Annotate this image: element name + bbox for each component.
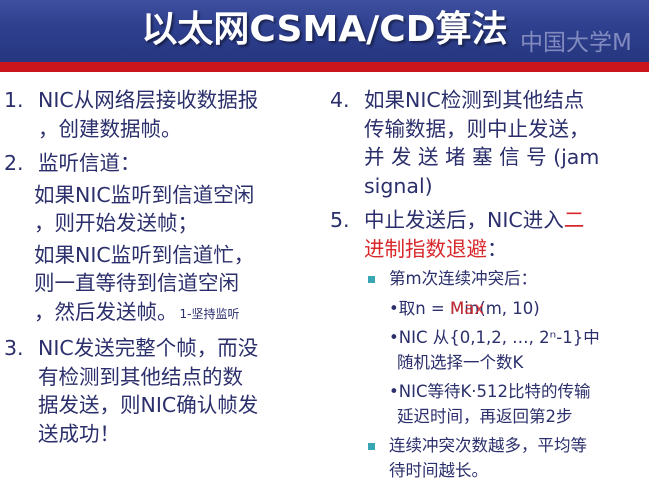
item-number: 5. <box>330 208 350 232</box>
bullet-more-collisions-cont: 待时间越长。 <box>389 460 488 480</box>
item-number: 4. <box>330 88 350 112</box>
sub-bullet-text: •取n = <box>389 298 451 318</box>
red-divider <box>0 62 649 72</box>
item-1: 1. NIC从网络层接收数据报 <box>0 86 320 115</box>
item-4-cont-1: 传输数据，则中止发送， <box>364 116 590 141</box>
item-text: 中止发送后，NIC进入 <box>364 208 564 232</box>
sub-bullet-wait-cont: 延迟时间，再返回第2步 <box>397 406 573 426</box>
item-text: 监听信道： <box>38 151 141 175</box>
item-text: ，然后发送帧。 <box>34 299 178 324</box>
item-2-idle-1: 如果NIC监听到信道空闲 <box>34 182 255 207</box>
item-text: NIC从网络层接收数据报 <box>38 88 259 112</box>
bullet-more-collisions: 连续冲突次数越多，平均等 <box>326 434 649 459</box>
item-5-cont: 进制指数退避： <box>326 235 649 264</box>
item-highlight: 二 <box>563 208 585 232</box>
item-text: NIC发送完整个帧，而没 <box>38 336 259 360</box>
item-text: 如果NIC检测到其他结点 <box>364 88 585 112</box>
item-2-busy-2: 则一直等待到信道空闲 <box>34 271 239 295</box>
item-4: 4. 如果NIC检测到其他结点 <box>326 86 649 115</box>
sub-bullet-wait: •NIC等待K·512比特的传输 <box>389 382 591 401</box>
item-5: 5. 中止发送后，NIC进入二 <box>326 206 649 235</box>
bullet-text: 连续冲突次数越多，平均等 <box>389 436 587 455</box>
item-1-cont: ，创建数据帧。 <box>38 116 182 141</box>
item-number: 2. <box>4 151 24 175</box>
left-column: 1. NIC从网络层接收数据报 ，创建数据帧。 2. 监听信道： 如果NIC监听到信… <box>0 86 320 448</box>
title-bar: 以太网CSMA/CD算法 中国大学M <box>0 0 649 62</box>
item-3-cont-3: 送成功！ <box>38 421 120 446</box>
square-bullet-icon <box>368 276 375 283</box>
item-2: 2. 监听信道： <box>0 149 320 178</box>
item-text: ： <box>487 236 508 261</box>
item-2-idle-2: ，则开始发送帧； <box>34 211 198 235</box>
bullet-collision: 第m次连续冲突后： <box>326 267 649 292</box>
watermark: 中国大学M <box>520 30 632 56</box>
item-3-cont-1: 有检测到其他结点的数 <box>38 364 243 389</box>
item-4-cont-3: signal) <box>364 173 433 198</box>
item-2-busy-3: ，然后发送帧。 1-坚持监听 <box>0 298 320 329</box>
bullet-text: 第m次连续冲突后： <box>389 269 538 288</box>
sub-bullet-n: •取n = Min Max (m, 10) <box>326 297 649 322</box>
item-3: 3. NIC发送完整个帧，而没 <box>0 334 320 363</box>
sub-bullet-k-cont: 随机选择一个数K <box>397 352 524 372</box>
item-3-cont-2: 据发送，则NIC确认帧发 <box>38 393 259 417</box>
sub-bullet-text: (m, 10) <box>479 298 540 318</box>
annotation-note: 1-坚持监听 <box>179 306 240 321</box>
right-column: 4. 如果NIC检测到其他结点 传输数据，则中止发送， 并 发 送 堵 塞 信 号… <box>326 86 649 483</box>
item-2-busy-1: 如果NIC监听到信道忙， <box>34 242 255 267</box>
square-bullet-icon <box>368 443 375 450</box>
item-number: 3. <box>4 336 24 360</box>
item-4-cont-2: 并 发 送 堵 塞 信 号 (jam <box>364 145 600 169</box>
sub-bullet-k: •NIC 从{0,1,2, …, 2ⁿ-1}中 <box>389 328 600 347</box>
item-number: 1. <box>4 88 24 112</box>
min-max-overlay: Min Max <box>450 297 484 322</box>
item-highlight: 进制指数退避 <box>364 236 487 261</box>
max-text: Max <box>450 298 485 318</box>
